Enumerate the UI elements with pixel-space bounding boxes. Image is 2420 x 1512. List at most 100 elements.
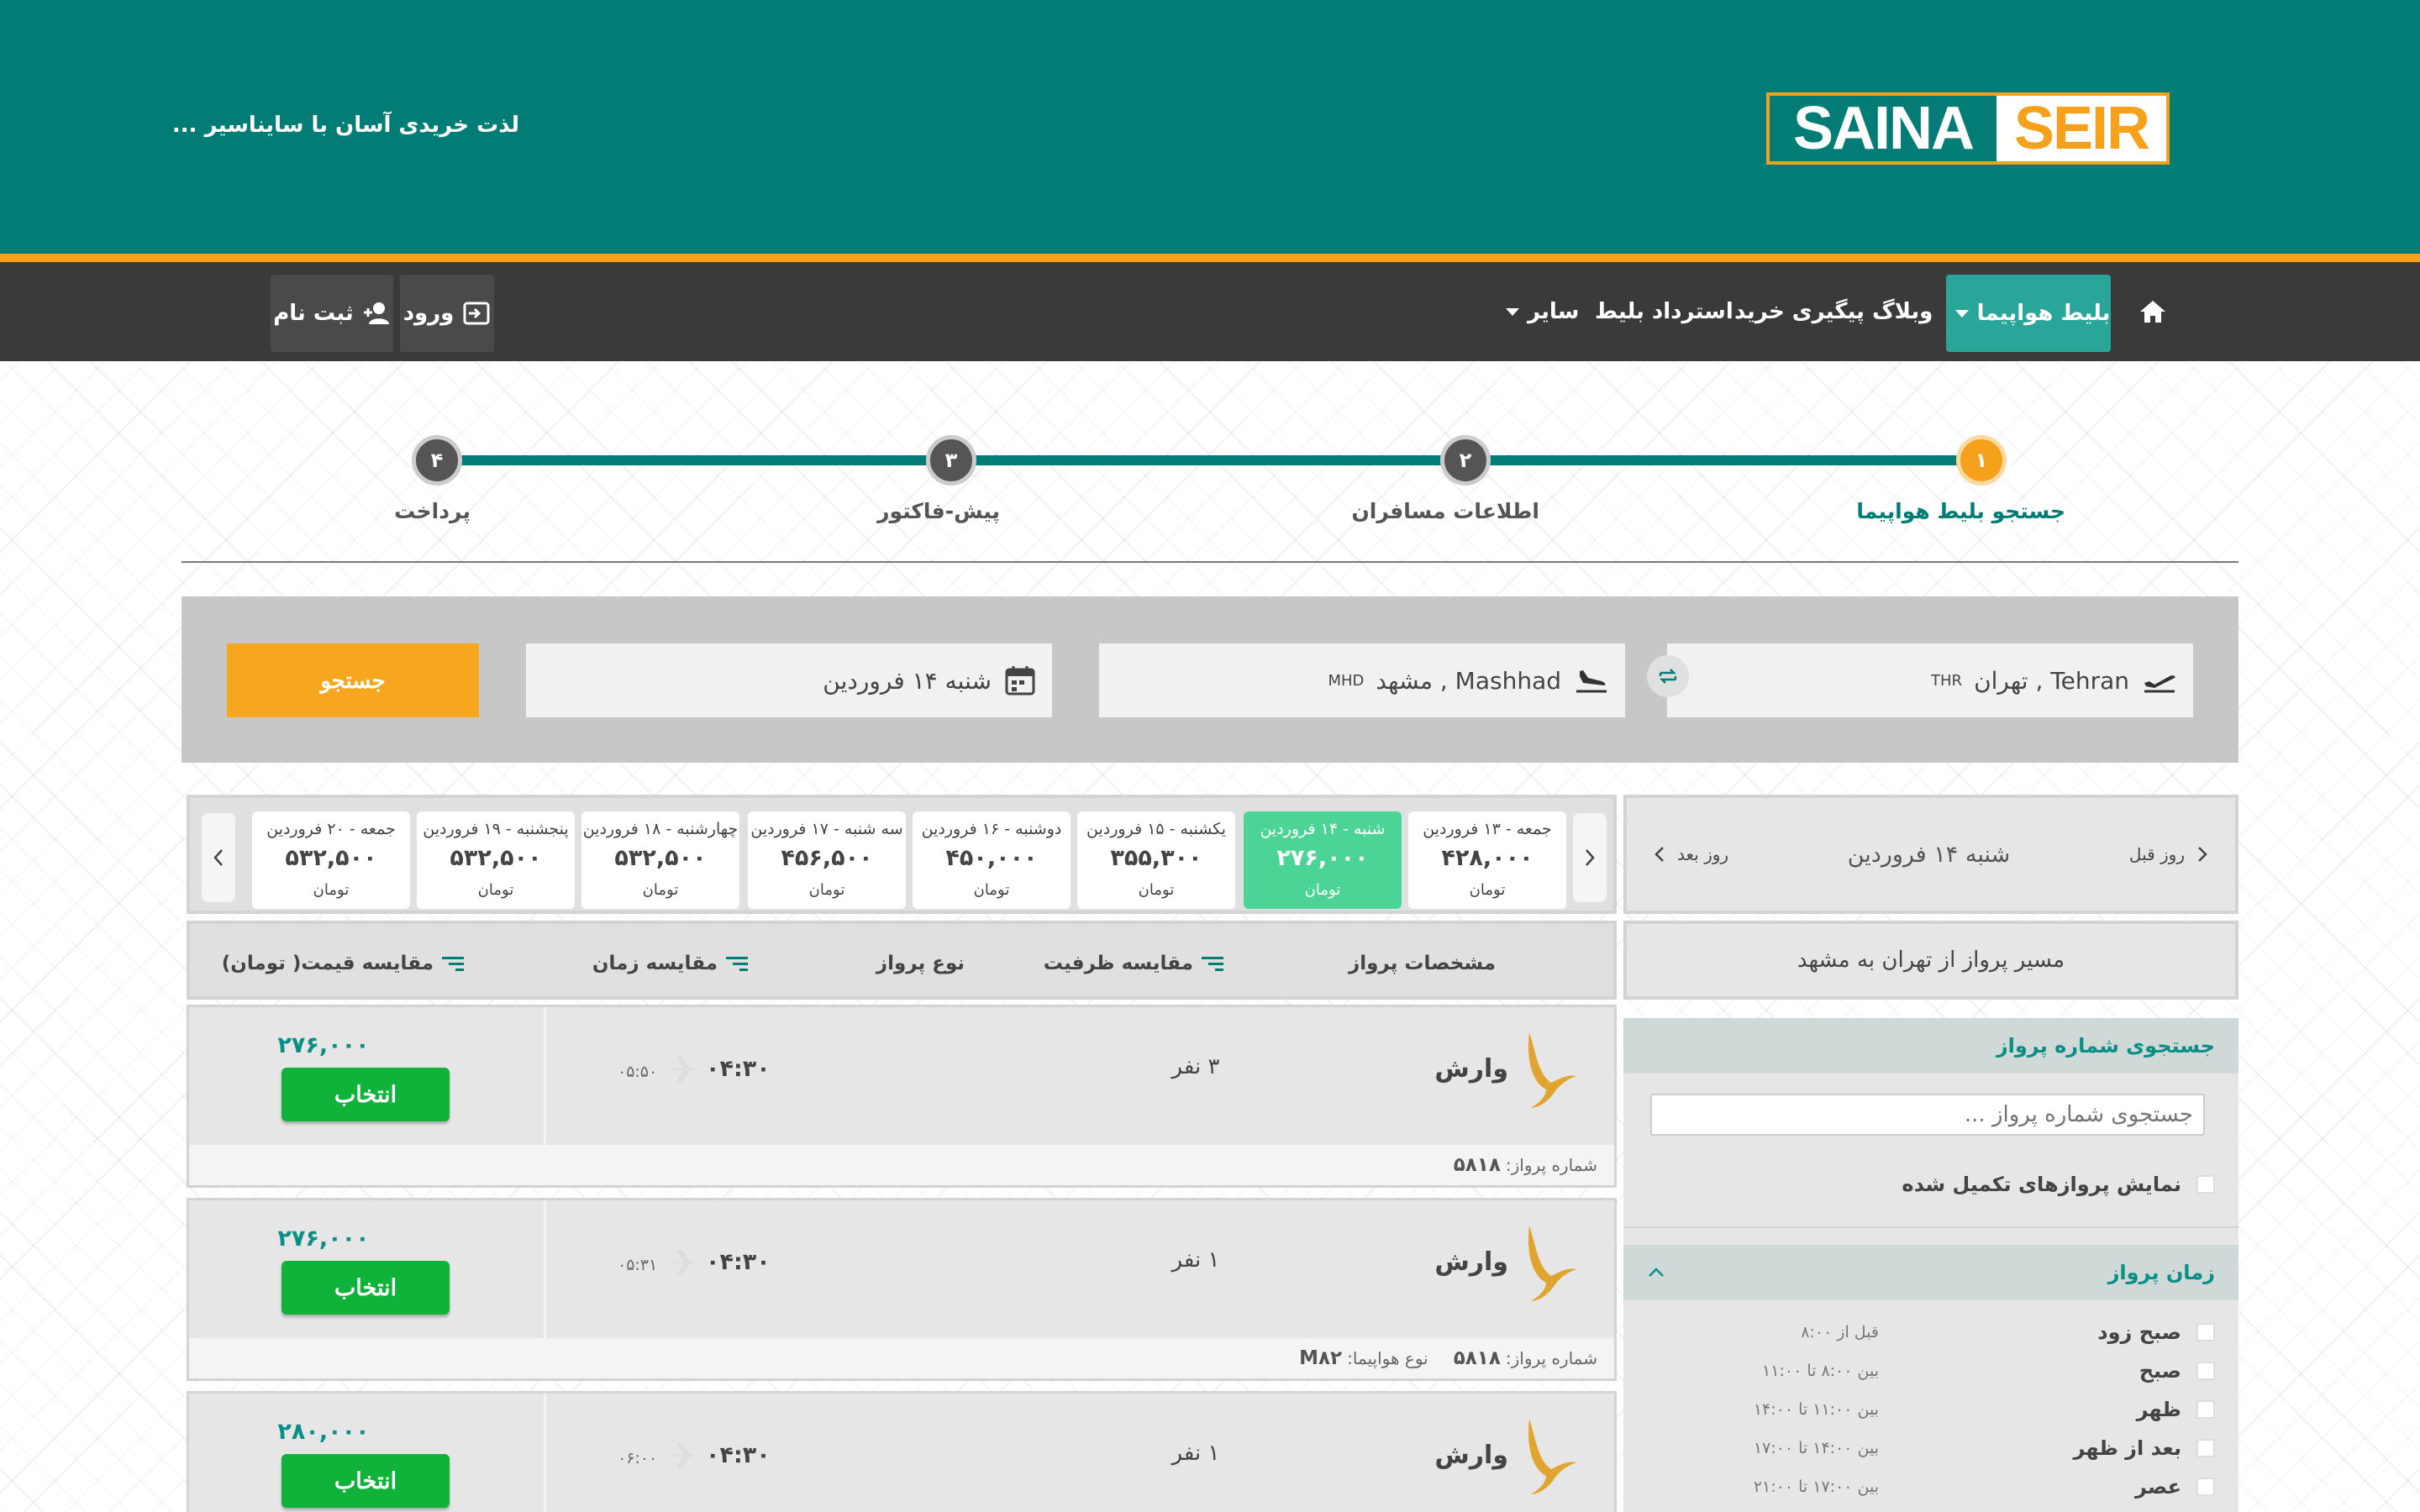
- seat-capacity: ۱ نفر: [1171, 1247, 1220, 1273]
- landing-icon: [1576, 670, 1607, 693]
- seat-capacity: ۱ نفر: [1171, 1441, 1220, 1466]
- day-card-date: شنبه - ۱۴ فروردین: [1260, 820, 1386, 838]
- airplane-icon: [671, 1057, 695, 1082]
- time-option-range: بین ۱۴:۰۰ تا ۱۷:۰۰: [1753, 1439, 1879, 1457]
- day-card[interactable]: جمعه - ۱۳ فروردین ۴۲۸,۰۰۰ تومان: [1408, 811, 1566, 909]
- checkbox[interactable]: [2196, 1439, 2215, 1457]
- time-option[interactable]: صبح زود قبل از ۸:۰۰: [1801, 1320, 2215, 1344]
- col-time-sort[interactable]: مقایسه زمان: [592, 953, 748, 974]
- date-field[interactable]: شنبه ۱۴ فروردین: [526, 643, 1052, 717]
- next-day-label: روز بعد: [1677, 844, 1729, 864]
- day-card-currency: تومان: [808, 881, 845, 899]
- select-flight-button[interactable]: انتخاب: [281, 1454, 450, 1508]
- checkbox[interactable]: [2196, 1400, 2215, 1419]
- origin-field[interactable]: Tehran , تهران THR: [1667, 643, 2193, 717]
- flight-number-label: شماره پرواز:: [1505, 1348, 1597, 1368]
- col-capacity-label: مقایسه ظرفیت: [1043, 953, 1193, 974]
- nav-blog[interactable]: وبلاگ: [1872, 262, 1933, 361]
- day-card[interactable]: دوشنبه - ۱۶ فروردین ۴۵۰,۰۰۰ تومان: [913, 811, 1071, 909]
- nav-ticket-refund[interactable]: استرداد بلیط: [1595, 262, 1733, 361]
- day-card-price: ۵۳۲,۵۰۰: [614, 845, 707, 871]
- airline-name: وارش: [1434, 1247, 1508, 1277]
- airplane-icon: [671, 1250, 695, 1275]
- day-card[interactable]: سه شنبه - ۱۷ فروردین ۴۵۶,۵۰۰ تومان: [748, 811, 906, 909]
- flight-details-bar: شماره پرواز:۵۸۱۸ نوع هواپیما:M۸۲: [189, 1338, 1614, 1378]
- day-card-currency: تومان: [642, 881, 679, 899]
- search-button[interactable]: جستجو: [227, 643, 479, 717]
- col-price-sort[interactable]: مقایسه قیمت( تومان): [222, 953, 464, 974]
- login-button[interactable]: ورود: [400, 275, 494, 352]
- day-card-price: ۳۵۵,۳۰۰: [1110, 845, 1202, 871]
- checkbox[interactable]: [2196, 1478, 2215, 1496]
- checkbox[interactable]: [2196, 1362, 2215, 1380]
- date-value: شنبه ۱۴ فروردین: [823, 666, 992, 695]
- day-card[interactable]: جمعه - ۲۰ فروردین ۵۳۲,۵۰۰ تومان: [252, 811, 410, 909]
- chevron-down-icon: [1954, 310, 1969, 318]
- day-card-date: سه شنبه - ۱۷ فروردین: [750, 820, 903, 838]
- next-day-button[interactable]: روز بعد: [1654, 844, 1728, 864]
- filter-divider: [1623, 1226, 2238, 1228]
- day-card[interactable]: یکشنبه - ۱۵ فروردین ۳۵۵,۳۰۰ تومان: [1077, 811, 1235, 909]
- departure-time: ۰۴:۳۰: [706, 1056, 771, 1082]
- arrival-time: ۰۵:۵۰: [618, 1063, 658, 1081]
- time-option[interactable]: بعد از ظهر بین ۱۴:۰۰ تا ۱۷:۰۰: [1754, 1436, 2215, 1460]
- destination-field[interactable]: Mashhad , مشهد MHD: [1099, 643, 1625, 717]
- time-option-label: صبح: [2139, 1359, 2181, 1383]
- price-calendar-strip: جمعه - ۱۳ فروردین ۴۲۸,۰۰۰ تومان شنبه - ۱۴ …: [187, 795, 1617, 914]
- day-card-date: یکشنبه - ۱۵ فروردین: [1086, 820, 1226, 838]
- flight-row: وارش ۳ نفر ۰۴:۳۰ ۰۵:۵۰ ۲۷۶,۰۰۰ انتخاب شم…: [187, 1005, 1617, 1188]
- col-price-label: مقایسه قیمت( تومان): [221, 953, 434, 974]
- time-option-label: بعد از ظهر: [2073, 1436, 2181, 1460]
- flight-price: ۲۸۰,۰۰۰: [277, 1419, 370, 1445]
- day-card-price: ۵۳۲,۵۰۰: [285, 845, 377, 871]
- time-option[interactable]: عصر بین ۱۷:۰۰ تا ۲۱:۰۰: [1754, 1475, 2215, 1499]
- aircraft-type-value: M۸۲: [1299, 1347, 1343, 1369]
- strip-prev-button[interactable]: [1573, 813, 1607, 902]
- day-card-price: ۴۵۰,۰۰۰: [945, 845, 1038, 871]
- flight-number: شماره پرواز:۵۸۱۸: [1454, 1154, 1597, 1176]
- select-flight-button[interactable]: انتخاب: [281, 1261, 450, 1315]
- filters-sidebar: جستجوی شماره پرواز نمایش پروازهای تکمیل …: [1623, 1018, 2238, 1512]
- nav-flight-ticket[interactable]: بلیط هواپیما: [1946, 275, 2111, 352]
- home-icon[interactable]: [2134, 262, 2171, 361]
- col-flight-info: مشخصات پرواز: [1348, 953, 1496, 974]
- register-button[interactable]: ثبت نام: [271, 275, 393, 352]
- day-card[interactable]: پنجشنبه - ۱۹ فروردین ۵۳۲,۵۰۰ تومان: [417, 811, 575, 909]
- col-time-label: مقایسه زمان: [592, 953, 718, 974]
- checkbox[interactable]: [2196, 1323, 2215, 1341]
- show-full-flights-option[interactable]: نمایش پروازهای تکمیل شده: [1902, 1173, 2215, 1196]
- day-card-selected[interactable]: شنبه - ۱۴ فروردین ۲۷۶,۰۰۰ تومان: [1244, 811, 1402, 909]
- nav-track-purchase[interactable]: پیگیری خرید: [1734, 262, 1865, 361]
- prev-day-label: روز قبل: [2128, 844, 2185, 864]
- varesh-airline-logo: [1528, 1226, 1576, 1301]
- time-option[interactable]: صبح بین ۸:۰۰ تا ۱۱:۰۰: [1762, 1359, 2215, 1383]
- day-card[interactable]: چهارشنبه - ۱۸ فروردین ۵۳۲,۵۰۰ تومان: [581, 811, 739, 909]
- flight-row: وارش ۱ نفر ۰۴:۳۰ ۰۶:۰۰ ۲۸۰,۰۰۰ انتخاب: [187, 1391, 1617, 1512]
- prev-day-button[interactable]: روز قبل: [2129, 844, 2208, 864]
- row-divider: [544, 1007, 546, 1145]
- time-option-label: ظهر: [2136, 1398, 2181, 1421]
- flight-number-search-input[interactable]: [1650, 1094, 2205, 1136]
- day-card-date: جمعه - ۱۳ فروردین: [1423, 820, 1552, 838]
- origin-value: Tehran , تهران: [1974, 666, 2129, 695]
- nav-other[interactable]: سایر: [1497, 262, 1579, 361]
- chevron-right-icon: [2198, 847, 2207, 862]
- flight-price: ۲۷۶,۰۰۰: [277, 1032, 370, 1058]
- day-card-currency: تومان: [313, 881, 350, 899]
- checkbox[interactable]: [2196, 1175, 2215, 1194]
- show-full-flights-label: نمایش پروازهای تکمیل شده: [1902, 1173, 2181, 1196]
- swap-route-button[interactable]: [1647, 655, 1689, 697]
- time-option[interactable]: ظهر بین ۱۱:۰۰ تا ۱۴:۰۰: [1754, 1398, 2215, 1421]
- flight-number-filter-title: جستجوی شماره پرواز: [1623, 1018, 2238, 1074]
- day-card-currency: تومان: [1138, 881, 1175, 899]
- flight-time-filter-header[interactable]: زمان پرواز: [1623, 1245, 2238, 1300]
- select-flight-button[interactable]: انتخاب: [281, 1068, 450, 1121]
- col-flight-type: نوع پرواز: [876, 953, 965, 974]
- strip-next-button[interactable]: [202, 813, 235, 902]
- col-capacity-sort[interactable]: مقایسه ظرفیت: [1044, 953, 1223, 974]
- site-logo[interactable]: SAINA SEIR: [1766, 92, 2170, 165]
- day-card-price: ۴۲۸,۰۰۰: [1441, 845, 1534, 871]
- time-option-range: بین ۸:۰۰ تا ۱۱:۰۰: [1762, 1362, 1879, 1380]
- varesh-airline-logo: [1528, 1419, 1576, 1494]
- takeoff-icon: [2144, 675, 2175, 693]
